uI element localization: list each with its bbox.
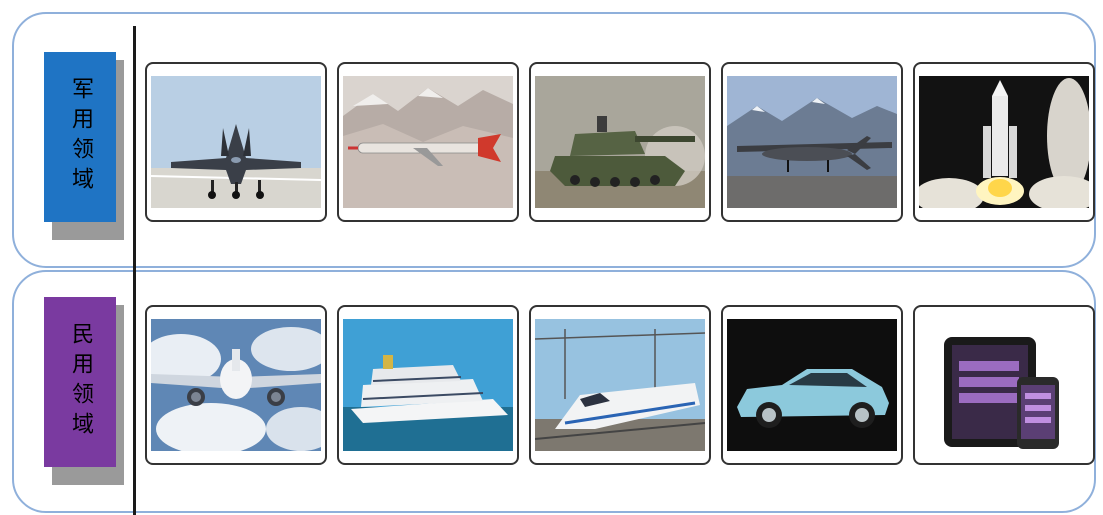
rocket-launch-image xyxy=(913,62,1095,222)
drone-image xyxy=(721,62,903,222)
tank-image xyxy=(529,62,711,222)
cruise-ship-image xyxy=(337,305,519,465)
car-image xyxy=(721,305,903,465)
civil-label: 民用领域 xyxy=(44,297,116,467)
airliner-image xyxy=(145,305,327,465)
cruise-missile-image xyxy=(337,62,519,222)
fighter-jet-image xyxy=(145,62,327,222)
divider-line xyxy=(133,26,136,515)
tablet-phone-image xyxy=(913,305,1095,465)
high-speed-train-image xyxy=(529,305,711,465)
military-label: 军用领域 xyxy=(44,52,116,222)
